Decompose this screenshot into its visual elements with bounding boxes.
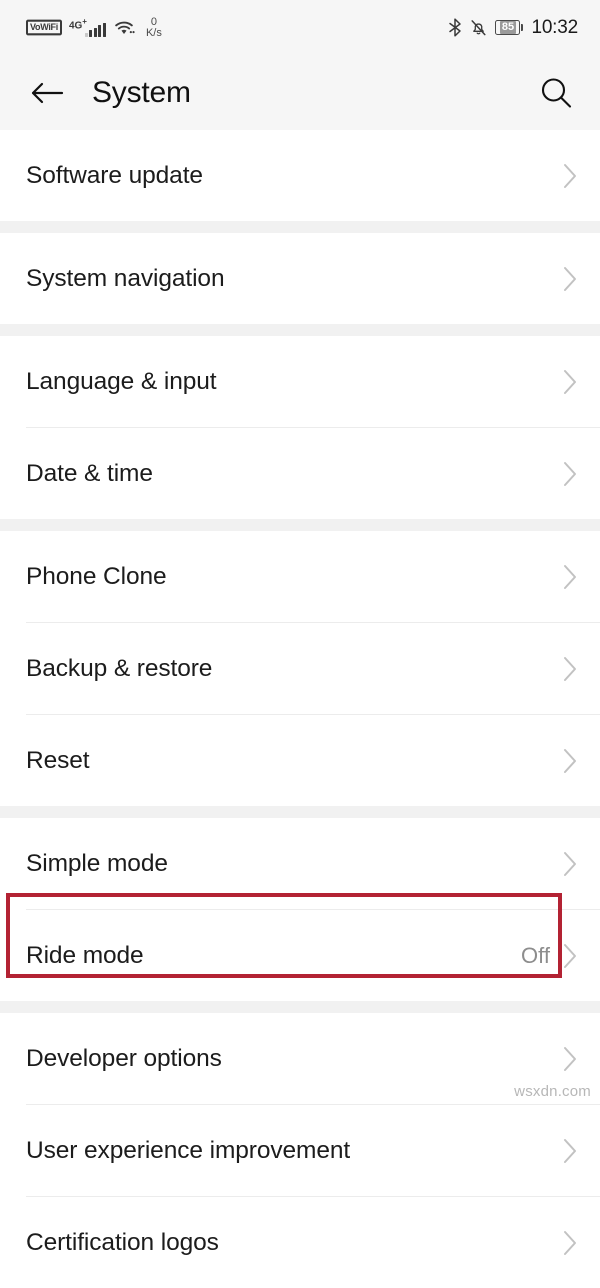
list-item-label: Reset: [26, 746, 90, 774]
list-item-label: Backup & restore: [26, 654, 213, 682]
network-type-plus: +: [82, 16, 87, 26]
chevron-right-icon: [564, 564, 576, 589]
list-item-label: Simple mode: [26, 849, 168, 877]
chevron-right-icon: [564, 851, 576, 876]
status-bar-right: 85 10:32: [448, 17, 578, 39]
list-item[interactable]: Simple mode: [0, 818, 600, 909]
wifi-icon: [115, 21, 135, 34]
network-type-label: 4G+: [69, 17, 87, 31]
battery-percent-label: 85: [499, 21, 517, 34]
list-item-label: System navigation: [26, 264, 225, 292]
list-item[interactable]: Date & time: [0, 428, 600, 519]
bell-muted-icon: [471, 20, 487, 36]
settings-group: Language & input Date & time: [0, 336, 600, 519]
group-separator: [0, 1001, 600, 1013]
status-bar-clock: 10:32: [531, 16, 578, 38]
list-item-label: Phone Clone: [26, 562, 167, 590]
group-separator: [0, 221, 600, 233]
status-bar: VoWiFi 4G+ 0 K/s 85 10:32: [0, 0, 600, 55]
chevron-right-icon: [564, 266, 576, 291]
chevron-right-icon: [564, 369, 576, 394]
bluetooth-icon: [449, 18, 462, 37]
vowifi-badge: VoWiFi: [26, 19, 62, 36]
chevron-right-icon: [564, 1138, 576, 1163]
group-separator: [0, 519, 600, 531]
list-item-label: Language & input: [26, 367, 217, 395]
list-item[interactable]: Developer options: [0, 1013, 600, 1104]
list-item[interactable]: System navigation: [0, 233, 600, 324]
list-item[interactable]: Reset: [0, 715, 600, 806]
chevron-right-icon: [564, 748, 576, 773]
battery-icon: 85: [495, 20, 524, 35]
chevron-right-icon: [564, 163, 576, 188]
list-item-label: Software update: [26, 161, 203, 189]
list-item[interactable]: Phone Clone: [0, 531, 600, 622]
data-speed-unit: K/s: [145, 26, 162, 39]
list-item-label: Ride mode: [26, 941, 144, 969]
status-bar-left: VoWiFi 4G+ 0 K/s: [26, 15, 162, 39]
data-speed-value: 0: [150, 15, 157, 28]
settings-list: Software update System navigation Language…: [0, 130, 600, 1288]
list-item-label: Developer options: [26, 1044, 222, 1072]
chevron-right-icon: [564, 1230, 576, 1255]
network-type-text: 4G: [68, 19, 83, 31]
search-icon: [541, 77, 572, 108]
settings-group: Phone Clone Backup & restore Reset: [0, 531, 600, 806]
back-button[interactable]: [26, 72, 68, 114]
app-header: System: [0, 55, 600, 130]
list-item-label: Certification logos: [26, 1228, 219, 1256]
battery-body: 85: [495, 20, 521, 35]
data-speed-indicator: 0 K/s: [145, 15, 162, 39]
chevron-right-icon: [564, 1046, 576, 1071]
settings-group: Software update: [0, 130, 600, 221]
settings-group: System navigation: [0, 233, 600, 324]
list-item[interactable]: User experience improvement: [0, 1105, 600, 1196]
list-item-label: User experience improvement: [26, 1136, 351, 1164]
signal-strength-bars: [84, 22, 106, 37]
list-item[interactable]: Ride mode Off: [0, 910, 600, 1001]
chevron-right-icon: [564, 461, 576, 486]
list-item[interactable]: Backup & restore: [0, 623, 600, 714]
list-item[interactable]: Certification logos: [0, 1197, 600, 1288]
settings-group: Simple mode Ride mode Off: [0, 818, 600, 1001]
search-button[interactable]: [534, 71, 578, 115]
group-separator: [0, 324, 600, 336]
chevron-right-icon: [564, 656, 576, 681]
watermark: wsxdn.com: [514, 1083, 591, 1100]
list-item[interactable]: Software update: [0, 130, 600, 221]
chevron-right-icon: [564, 943, 576, 968]
battery-cap: [521, 24, 524, 31]
settings-group: Developer options User experience improve…: [0, 1013, 600, 1288]
list-item-value: Off: [521, 942, 550, 968]
arrow-left-icon: [31, 82, 64, 103]
signal-bars-icon: 4G+: [69, 17, 106, 39]
list-item-label: Date & time: [26, 459, 153, 487]
list-item[interactable]: Language & input: [0, 336, 600, 427]
group-separator: [0, 806, 600, 818]
page-title: System: [92, 75, 191, 109]
